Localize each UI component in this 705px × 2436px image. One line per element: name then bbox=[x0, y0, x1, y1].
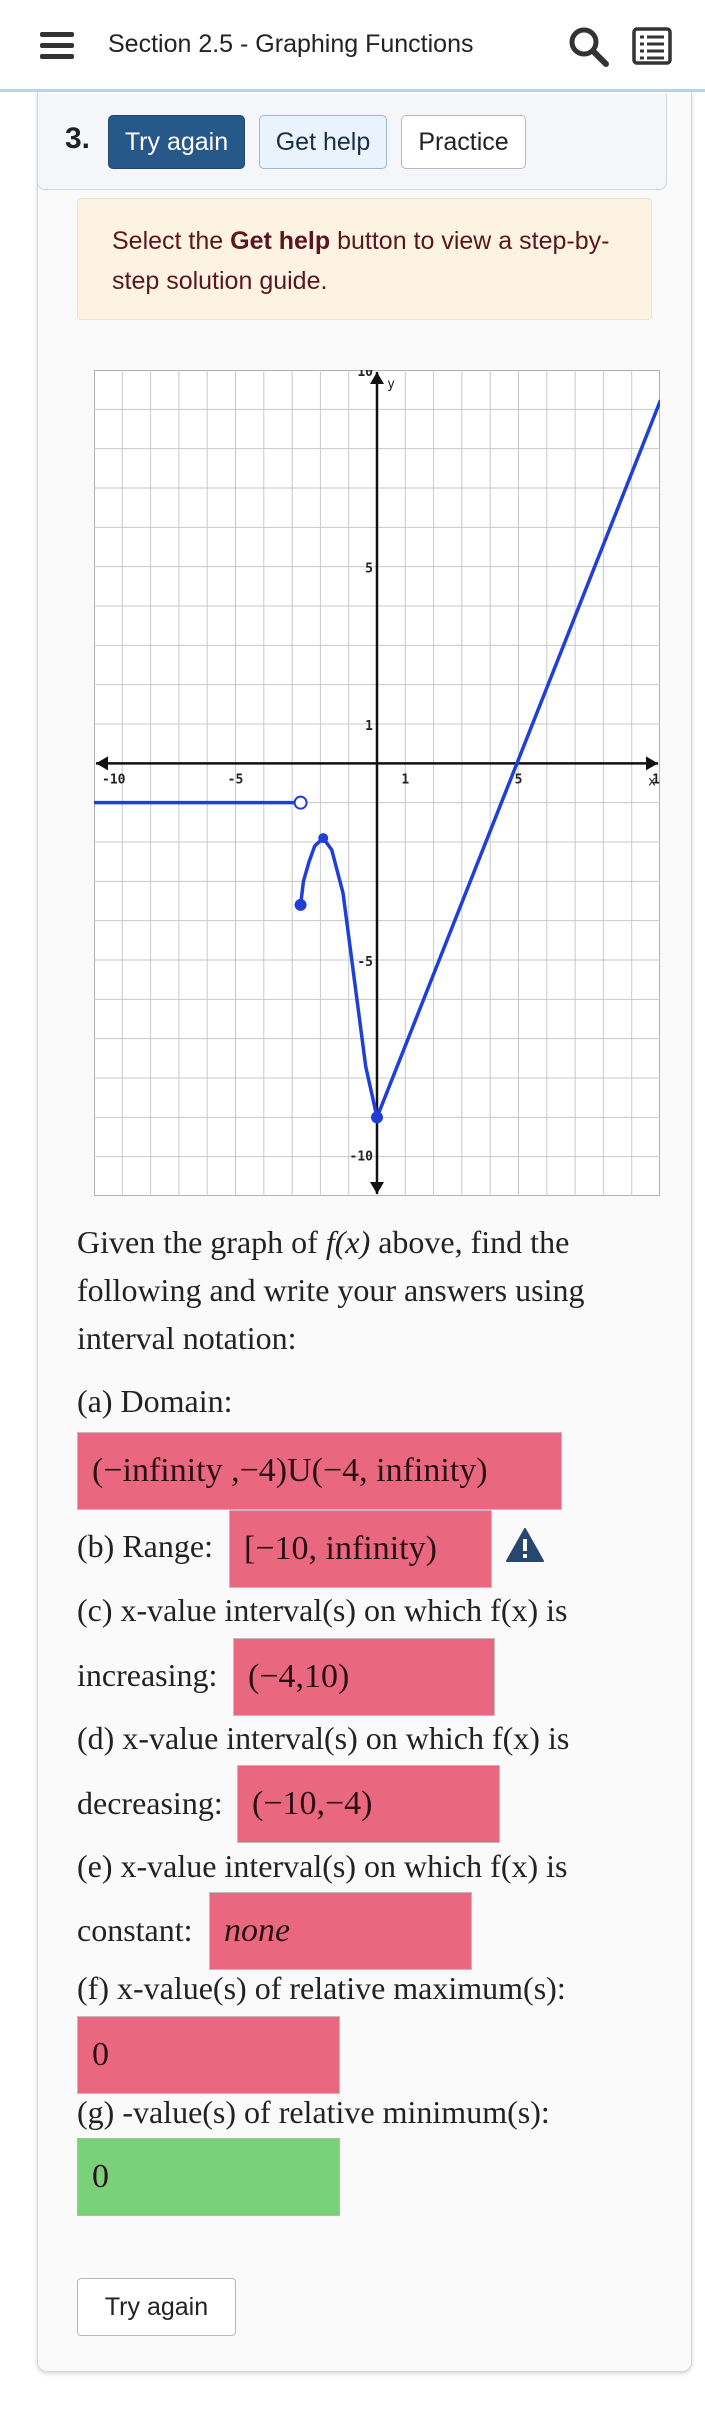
part-c-label-top: (c) x-value interval(s) on which f(x) is bbox=[77, 1592, 568, 1628]
menu-icon[interactable] bbox=[40, 32, 74, 60]
search-icon[interactable] bbox=[566, 24, 610, 68]
prompt-fx: f(x) bbox=[325, 1224, 371, 1260]
x-tick-label: 1 bbox=[401, 772, 409, 787]
y-axis-label: y bbox=[387, 377, 395, 392]
part-e-label-top: (e) x-value interval(s) on which f(x) is bbox=[77, 1848, 568, 1884]
part-b-label: (b) Range: bbox=[77, 1528, 213, 1564]
try-again-bottom-button[interactable]: Try again bbox=[77, 2278, 236, 2336]
warning-icon[interactable] bbox=[505, 1527, 545, 1563]
hint-box: Select the Get help button to view a ste… bbox=[77, 198, 652, 320]
question-number: 3. bbox=[65, 122, 91, 155]
y-tick-label: 5 bbox=[365, 562, 373, 577]
prompt-text-1: Given the graph of bbox=[77, 1224, 326, 1260]
part-d-label-top: (d) x-value interval(s) on which f(x) is bbox=[77, 1720, 570, 1756]
question-prompt: Given the graph of f(x) above, find the … bbox=[77, 1218, 637, 1362]
y-tick-label: 10 bbox=[357, 370, 373, 380]
part-g-label: (g) -value(s) of relative minimum(s): bbox=[77, 2094, 550, 2130]
part-d-label-bottom: decreasing: bbox=[77, 1785, 223, 1821]
table-of-contents-icon[interactable] bbox=[632, 26, 672, 66]
y-tick-label: -10 bbox=[350, 1150, 374, 1165]
x-axis-label: x bbox=[648, 774, 656, 789]
top-bar: Section 2.5 - Graphing Functions bbox=[0, 0, 705, 92]
increasing-answer[interactable]: (−4,10) bbox=[233, 1638, 495, 1716]
range-answer[interactable]: [−10, infinity) bbox=[229, 1510, 492, 1588]
hint-bold: Get help bbox=[230, 227, 331, 255]
function-graph: -10-515101051-5-10xy bbox=[94, 370, 660, 1196]
relative-min-answer[interactable]: 0 bbox=[77, 2138, 340, 2216]
y-tick-label: -5 bbox=[357, 955, 373, 970]
part-a-label: (a) Domain: bbox=[77, 1383, 233, 1419]
hint-prefix: Select the bbox=[112, 227, 231, 255]
y-tick-label: 1 bbox=[365, 719, 373, 734]
page-title: Section 2.5 - Graphing Functions bbox=[108, 30, 474, 58]
x-tick-label: -10 bbox=[102, 772, 126, 787]
x-tick-label: 5 bbox=[515, 772, 523, 787]
endpoint-start-arc bbox=[294, 898, 307, 911]
constant-answer[interactable]: none bbox=[209, 1892, 472, 1970]
relative-max-answer[interactable]: 0 bbox=[77, 2016, 340, 2094]
decreasing-answer[interactable]: (−10,−4) bbox=[237, 1765, 500, 1843]
practice-button[interactable]: Practice bbox=[401, 115, 526, 169]
part-f-label: (f) x-value(s) of relative maximum(s): bbox=[77, 1970, 566, 2006]
point-arc bbox=[318, 833, 329, 844]
x-tick-label: -5 bbox=[228, 772, 244, 787]
endpoint-end-left-constant bbox=[293, 795, 308, 810]
try-again-button[interactable]: Try again bbox=[108, 115, 245, 169]
domain-answer[interactable]: (−infinity ,−4)U(−4, infinity) bbox=[77, 1432, 562, 1510]
get-help-button[interactable]: Get help bbox=[259, 115, 387, 169]
part-c-label-bottom: increasing: bbox=[77, 1657, 218, 1693]
part-e-label-bottom: constant: bbox=[77, 1912, 193, 1948]
